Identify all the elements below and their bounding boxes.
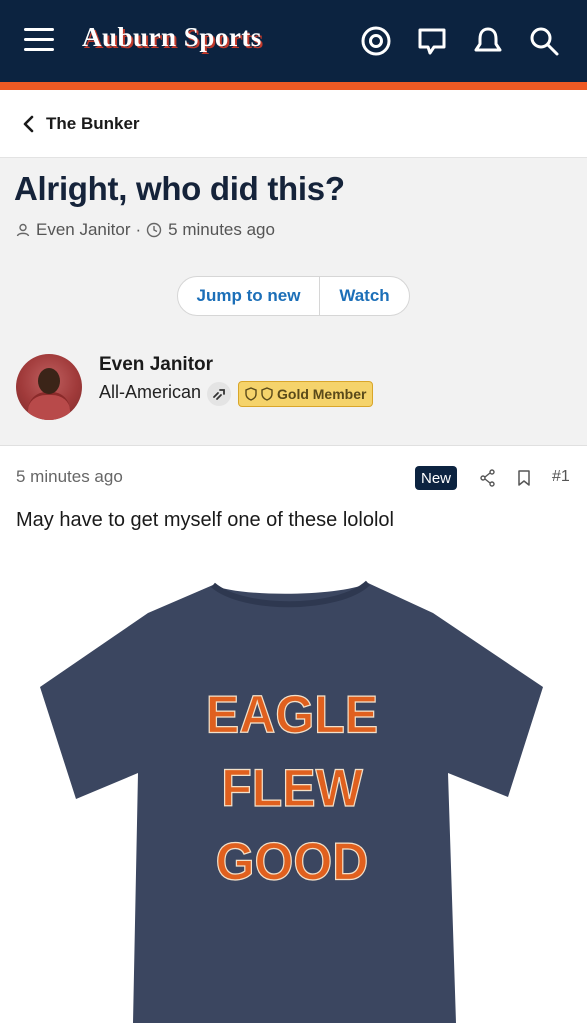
meta-separator: · [135, 220, 142, 239]
breadcrumb[interactable]: The Bunker [0, 90, 587, 158]
menu-icon[interactable] [24, 28, 54, 54]
thread-author[interactable]: Even Janitor [36, 220, 131, 240]
post: 5 minutes ago New #1 May have to get mys… [0, 447, 587, 1023]
shirt-text-line1: EAGLE [206, 685, 378, 743]
jump-to-new-button[interactable]: Jump to new [178, 277, 320, 315]
new-badge: New [415, 466, 458, 490]
conversations-icon[interactable] [415, 24, 449, 58]
shirt-text-line2: FLEW [221, 759, 363, 817]
thread-time[interactable]: 5 minutes ago [168, 220, 275, 240]
site-logo[interactable]: Auburn Sports [82, 22, 262, 53]
username[interactable]: Even Janitor [99, 354, 213, 376]
user-title: All-American [99, 382, 202, 402]
thread-title: Alright, who did this? [14, 170, 345, 207]
alerts-icon[interactable] [471, 24, 505, 58]
trophy-icon[interactable] [207, 382, 231, 406]
search-icon[interactable] [527, 24, 561, 58]
clock-icon [146, 222, 162, 238]
thread-actions: Jump to new Watch [177, 276, 410, 316]
shield-icon [261, 387, 273, 401]
avatar[interactable] [16, 354, 82, 420]
gold-member-badge: Gold Member [238, 381, 374, 407]
thread-meta: Even Janitor · 5 minutes ago [16, 220, 275, 240]
thread-header: Alright, who did this? Even Janitor · 5 … [0, 158, 587, 338]
gold-member-label: Gold Member [277, 386, 367, 402]
share-icon[interactable] [478, 468, 498, 488]
user-icon [16, 223, 30, 237]
top-nav-bar: Auburn Sports [0, 0, 587, 82]
account-icon[interactable] [359, 24, 393, 58]
shirt-text-line3: GOOD [216, 832, 369, 890]
post-text: May have to get myself one of these lolo… [16, 509, 394, 531]
watch-button[interactable]: Watch [320, 277, 409, 315]
tshirt-image[interactable]: EAGLE FLEW GOOD [38, 577, 548, 1023]
chevron-left-icon [23, 115, 34, 132]
bookmark-icon[interactable] [514, 468, 534, 488]
header-accent-stripe [0, 82, 587, 90]
post-time[interactable]: 5 minutes ago [16, 467, 123, 487]
breadcrumb-label[interactable]: The Bunker [46, 114, 140, 134]
post-number[interactable]: #1 [552, 468, 570, 486]
post-user-block: Even Janitor All-American Gold Member [0, 338, 587, 446]
shield-icon [245, 387, 257, 401]
